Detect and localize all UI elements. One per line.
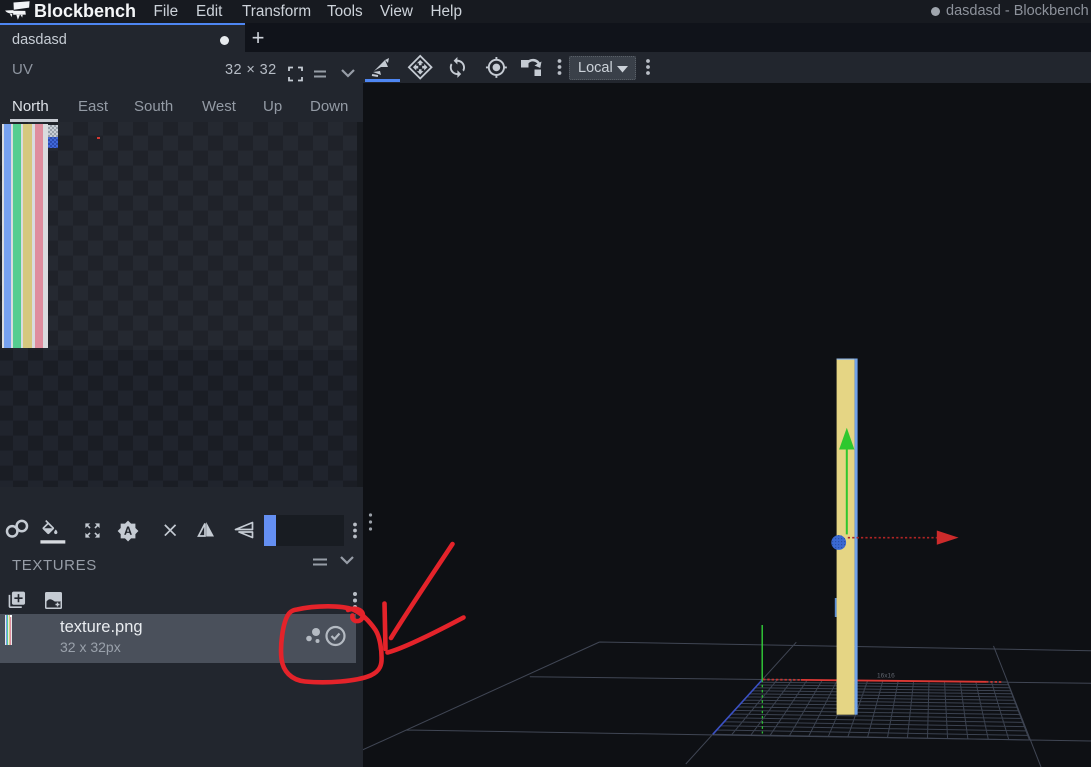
svg-text:16x16: 16x16: [877, 673, 895, 680]
